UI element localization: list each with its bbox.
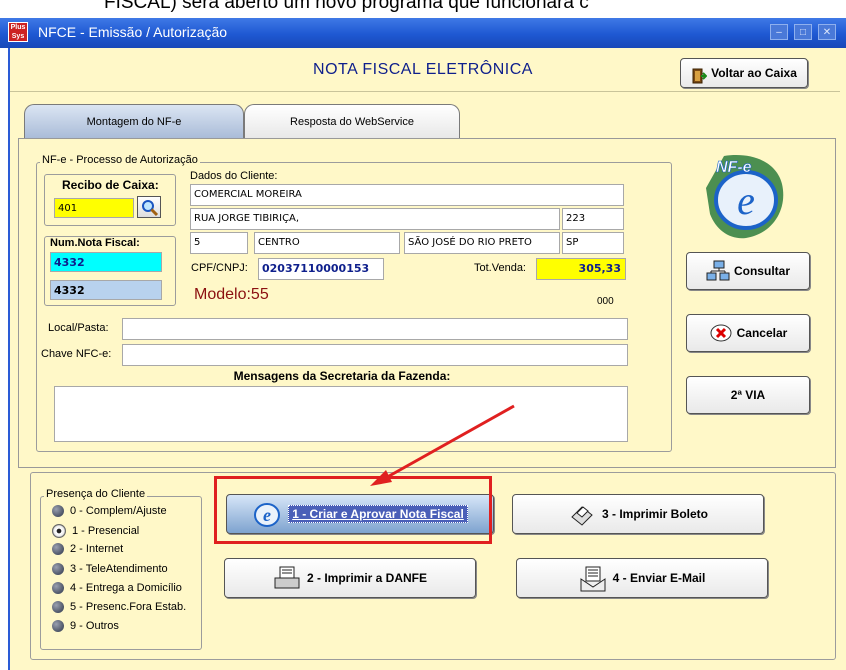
presenca-option-label: 2 - Internet	[70, 543, 124, 556]
uf-field: SP	[562, 232, 624, 254]
presenca-option-label: 3 - TeleAtendimento	[70, 562, 168, 575]
enviar-email-label: 4 - Enviar E-Mail	[612, 571, 706, 585]
imprimir-boleto-button[interactable]: 3 - Imprimir Boleto	[512, 494, 764, 534]
endereco-field: RUA JORGE TIBIRIÇA,	[190, 208, 560, 230]
presenca-option[interactable]: 3 - TeleAtendimento	[52, 562, 168, 575]
radio-button-icon[interactable]	[52, 620, 64, 633]
voltar-ao-caixa-button[interactable]: Voltar ao Caixa	[680, 58, 808, 88]
num-nota-input[interactable]: 4332	[50, 252, 162, 272]
imprimir-danfe-button[interactable]: 2 - Imprimir a DANFE	[224, 558, 476, 598]
annotation-arrow	[370, 404, 515, 486]
cancelar-button[interactable]: Cancelar	[686, 314, 810, 352]
cidade-field: SÃO JOSÉ DO RIO PRETO	[404, 232, 560, 254]
local-pasta-label: Local/Pasta:	[48, 322, 109, 334]
enviar-email-button[interactable]: 4 - Enviar E-Mail	[516, 558, 768, 598]
radio-button-icon[interactable]	[52, 543, 64, 556]
presenca-title: Presença do Cliente	[44, 488, 148, 500]
dados-cliente-label: Dados do Cliente:	[190, 170, 278, 182]
close-button[interactable]: ✕	[818, 24, 836, 40]
mensagens-label: Mensagens da Secretaria da Fazenda:	[233, 369, 451, 383]
radio-button-icon[interactable]	[52, 524, 66, 539]
window-titlebar[interactable]: Plus Sys NFCE - Emissão / Autorização – …	[0, 18, 846, 48]
chave-nfce-input[interactable]	[122, 344, 628, 366]
radio-button-icon[interactable]	[52, 562, 64, 575]
presenca-option[interactable]: 1 - Presencial	[52, 524, 140, 539]
presenca-option[interactable]: 0 - Complem/Ajuste	[52, 505, 167, 518]
bairro-field: CENTRO	[254, 232, 400, 254]
minimize-button[interactable]: –	[770, 24, 788, 40]
door-exit-icon	[691, 66, 708, 84]
doc-fragment-text: FISCAL) será aberto um novo programa que…	[104, 0, 589, 13]
local-pasta-input[interactable]	[122, 318, 628, 340]
window-title: NFCE - Emissão / Autorização	[38, 24, 228, 40]
radio-button-icon[interactable]	[52, 601, 64, 614]
voltar-label: Voltar ao Caixa	[711, 66, 797, 80]
serie-label: 000	[597, 296, 614, 307]
cpf-label: CPF/CNPJ:	[191, 262, 248, 274]
num-nota-label: Num.Nota Fiscal:	[50, 237, 140, 249]
presenca-option[interactable]: 5 - Presenc.Fora Estab.	[52, 601, 187, 614]
presenca-option[interactable]: 9 - Outros	[52, 620, 119, 633]
tab-resposta-webservice[interactable]: Resposta do WebService	[244, 104, 460, 138]
process-group-title: NF-e - Processo de Autorização	[40, 154, 200, 166]
imprimir-boleto-label: 3 - Imprimir Boleto	[601, 507, 708, 521]
imprimir-danfe-label: 2 - Imprimir a DANFE	[306, 571, 428, 585]
svg-text:e: e	[737, 178, 755, 223]
presenca-option-label: 9 - Outros	[70, 620, 119, 633]
presenca-option-label: 1 - Presencial	[72, 525, 140, 538]
recibo-input[interactable]: 401	[54, 198, 134, 218]
envelope-document-icon	[579, 565, 607, 593]
cpf-field: 02037110000153	[258, 258, 384, 280]
consultar-label: Consultar	[733, 264, 790, 278]
numero-field: 223	[562, 208, 624, 230]
campo-5-field: 5	[190, 232, 248, 254]
printer-angled-icon	[568, 501, 596, 529]
mensagens-box[interactable]	[54, 386, 628, 442]
presenca-option[interactable]: 4 - Entrega a Domicílio	[52, 581, 182, 594]
num-nota-display: 4332	[50, 280, 162, 300]
nfe-logo: e NF-e	[694, 148, 792, 246]
chave-nfce-label: Chave NFC-e:	[41, 348, 112, 360]
radio-button-icon[interactable]	[52, 505, 64, 518]
tot-venda-label: Tot.Venda:	[474, 262, 526, 274]
tot-venda-field: 305,33	[536, 258, 626, 280]
cancel-x-icon	[709, 322, 733, 346]
modelo-label: Modelo:55	[194, 286, 269, 303]
network-computers-icon	[706, 260, 730, 284]
cliente-nome-field: COMERCIAL MOREIRA	[190, 184, 624, 206]
app-icon: Plus Sys	[8, 22, 28, 42]
nfe-logo-text: NF-e	[716, 159, 752, 176]
presenca-option-label: 4 - Entrega a Domicílio	[70, 581, 182, 594]
presenca-option-label: 5 - Presenc.Fora Estab.	[70, 601, 187, 614]
printer-icon	[273, 565, 301, 593]
maximize-button[interactable]: □	[794, 24, 812, 40]
magnifier-icon	[141, 199, 159, 220]
cancelar-label: Cancelar	[736, 326, 788, 340]
recibo-label: Recibo de Caixa:	[62, 178, 159, 192]
radio-button-icon[interactable]	[52, 581, 64, 594]
search-recibo-button[interactable]	[137, 196, 161, 218]
tab-montagem[interactable]: Montagem do NF-e	[24, 104, 244, 138]
consultar-button[interactable]: Consultar	[686, 252, 810, 290]
segunda-via-button[interactable]: 2ª VIA	[686, 376, 810, 414]
presenca-option-label: 0 - Complem/Ajuste	[70, 505, 167, 518]
presenca-option[interactable]: 2 - Internet	[52, 543, 124, 556]
